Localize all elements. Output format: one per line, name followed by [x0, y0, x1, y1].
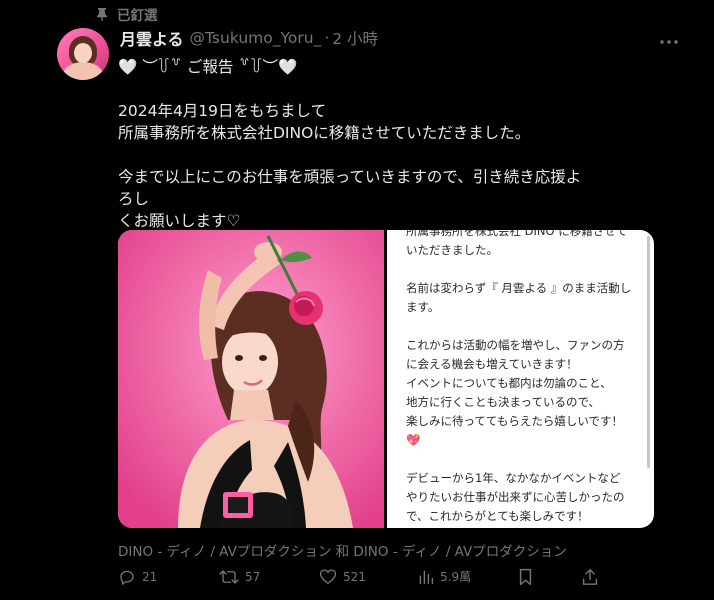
reply-icon [118, 568, 136, 586]
tweet-heading: 🤍 ︶꒦꒷ ご報告 ꒷꒦︶🤍 [118, 58, 298, 76]
views-button[interactable]: 5.9萬 [418, 568, 471, 585]
retweet-icon [219, 568, 239, 586]
note-line: やりたいお仕事が出来ずに心苦しかったの [406, 490, 625, 504]
views-icon [418, 569, 434, 585]
like-count: 521 [343, 569, 366, 584]
note-line: ます。 [406, 300, 440, 314]
note-line: 名前は変わらず『 月雲よる 』のまま活動し [406, 281, 632, 295]
bookmark-button[interactable] [518, 568, 533, 586]
action-bar: 21 57 521 5.9萬 [116, 566, 606, 590]
note-line: 楽しみに待っててもらえたら嬉しいです！ [406, 414, 624, 428]
timestamp[interactable]: 2 小時 [332, 27, 378, 49]
separator-dot: · [324, 29, 330, 47]
retweet-count: 57 [245, 570, 261, 584]
tweet-line-3: 今まで以上にこのお仕事を頑張っていきますので、引き続き応援よろし [118, 168, 582, 208]
announcement-image[interactable]: 所属事務所を株式会社 DINO に移籍させて いただきました。 名前は変わらず『… [387, 230, 654, 528]
note-line: で、これからがとても楽しみです！ [406, 509, 589, 523]
note-line: これからは活動の幅を増やし、ファンの方 [406, 338, 625, 352]
heart-emoji: 💖 [406, 433, 421, 447]
more-icon [660, 29, 678, 48]
note-scrollbar [647, 236, 650, 468]
reply-button[interactable]: 21 [118, 568, 157, 586]
tweet-line-2: 所属事務所を株式会社DINOに移籍させていただきました。 [118, 124, 531, 142]
pin-icon [96, 7, 108, 21]
share-icon [582, 568, 598, 586]
note-line: いただきました。 [406, 243, 498, 257]
tweet-header: 月雲よる @Tsukumo_Yoru_ · 2 小時 [120, 26, 674, 50]
tweet-text: 🤍 ︶꒦꒷ ご報告 ꒷꒦︶🤍 2024年4月19日をもちまして 所属事務所を株式… [118, 56, 588, 232]
more-options-button[interactable] [656, 26, 682, 50]
tweet-line-4: くお願いします♡ [118, 212, 241, 230]
note-line: デビューから1年、なかなかイベントなど [406, 471, 621, 485]
note-line: 所属事務所を株式会社 DINO に移籍させて [406, 230, 628, 238]
views-count: 5.9萬 [440, 570, 472, 584]
like-button[interactable]: 521 [319, 568, 366, 585]
reply-count: 21 [142, 570, 158, 584]
share-button[interactable] [582, 568, 598, 586]
note-line: に会える機会も増えていきます！ [406, 357, 578, 371]
media-caption[interactable]: DINO - ディノ / AVプロダクション 和 DINO - ディノ / AV… [118, 540, 567, 560]
note-line: 地方に行くことも決まっているので、 [406, 395, 601, 409]
tweet-photo[interactable] [118, 230, 384, 528]
tweet-line-1: 2024年4月19日をもちまして [118, 102, 327, 120]
pinned-label: 已釘選 [117, 8, 158, 24]
pinned-indicator: 已釘選 [96, 4, 158, 24]
avatar[interactable] [57, 28, 109, 80]
user-handle[interactable]: @Tsukumo_Yoru_ [190, 29, 322, 47]
retweet-button[interactable]: 57 [219, 568, 260, 586]
bookmark-icon [518, 568, 533, 586]
media-grid: 所属事務所を株式会社 DINO に移籍させて いただきました。 名前は変わらず『… [118, 230, 654, 528]
heart-icon [319, 568, 337, 585]
announcement-text: 所属事務所を株式会社 DINO に移籍させて いただきました。 名前は変わらず『… [406, 230, 632, 526]
display-name[interactable]: 月雲よる [120, 26, 184, 50]
note-line: イベントについても都内は勿論のこと、 [406, 376, 612, 390]
